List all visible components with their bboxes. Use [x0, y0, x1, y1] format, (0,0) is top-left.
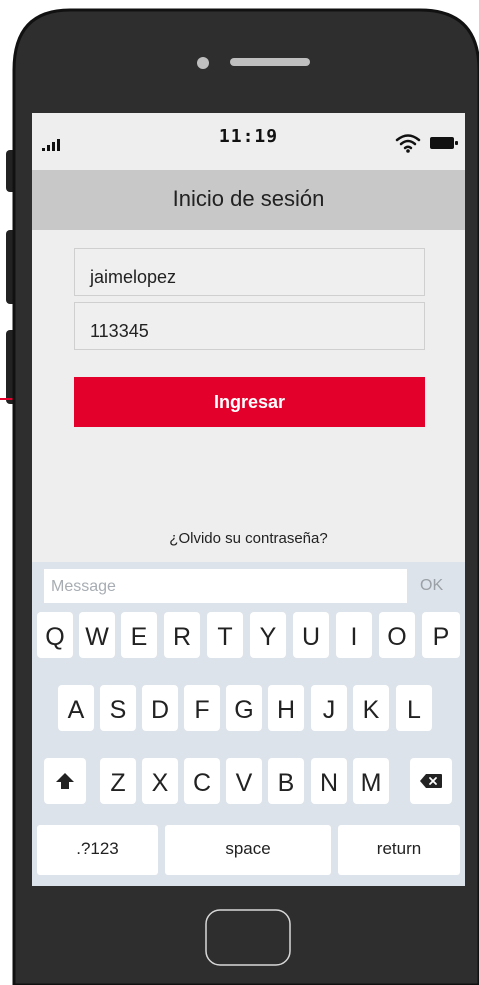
key-label: M	[360, 769, 382, 797]
key-s[interactable]: S	[100, 685, 136, 731]
username-field[interactable]: jaimelopez	[74, 248, 425, 296]
key-label: N	[319, 769, 339, 797]
key-label: L	[407, 696, 421, 724]
login-button[interactable]: Ingresar	[74, 377, 425, 427]
screen-header: Inicio de sesión	[32, 170, 465, 230]
key-label: I	[350, 623, 358, 651]
key-m[interactable]: M	[353, 758, 389, 804]
key-label: B	[277, 769, 295, 797]
key-w[interactable]: W	[79, 612, 115, 658]
key-label: F	[194, 696, 210, 724]
status-bar: 11:19	[32, 113, 465, 170]
key-label: S	[109, 696, 127, 724]
key-label: E	[130, 623, 148, 651]
key-label: D	[150, 696, 170, 724]
key-r[interactable]: R	[164, 612, 200, 658]
key-p[interactable]: P	[422, 612, 460, 658]
key-n[interactable]: N	[311, 758, 347, 804]
key-e[interactable]: E	[121, 612, 157, 658]
message-input[interactable]: Message	[44, 569, 407, 603]
message-placeholder: Message	[51, 578, 116, 595]
key-label: R	[172, 623, 192, 651]
phone-screen: 11:19 Inicio de sesión jaimelopez 113345…	[32, 113, 465, 886]
key-c[interactable]: C	[184, 758, 220, 804]
key-label: J	[322, 696, 336, 724]
return-key-label: return	[376, 839, 422, 858]
key-label: P	[432, 623, 450, 651]
key-label: V	[235, 769, 253, 797]
forgot-password-link[interactable]: ¿Olvido su contraseña?	[32, 530, 465, 547]
status-icons	[395, 133, 459, 158]
key-h[interactable]: H	[268, 685, 304, 731]
key-label: C	[192, 769, 212, 797]
key-a[interactable]: A	[58, 685, 94, 731]
login-button-label: Ingresar	[213, 392, 286, 412]
page-title: Inicio de sesión	[172, 186, 325, 211]
key-x[interactable]: X	[142, 758, 178, 804]
key-d[interactable]: D	[142, 685, 178, 731]
key-k[interactable]: K	[353, 685, 389, 731]
key-label: Q	[45, 623, 65, 651]
key-o[interactable]: O	[379, 612, 415, 658]
key-u[interactable]: U	[293, 612, 329, 658]
key-j[interactable]: J	[311, 685, 347, 731]
key-label: Z	[110, 769, 126, 797]
key-label: K	[362, 696, 380, 724]
key-g[interactable]: G	[226, 685, 262, 731]
key-label: X	[151, 769, 169, 797]
shift-key[interactable]	[44, 758, 86, 804]
space-key-label: space	[225, 839, 271, 858]
key-q[interactable]: Q	[37, 612, 73, 658]
backspace-key[interactable]	[410, 758, 452, 804]
key-label: A	[67, 696, 85, 724]
key-label: T	[217, 623, 233, 651]
password-value: 113345	[90, 321, 149, 341]
ok-button[interactable]: OK	[420, 577, 443, 595]
battery-icon	[429, 135, 459, 156]
numbers-key-label: .?123	[76, 839, 119, 858]
key-label: O	[387, 623, 407, 651]
key-l[interactable]: L	[396, 685, 432, 731]
key-z[interactable]: Z	[100, 758, 136, 804]
key-b[interactable]: B	[268, 758, 304, 804]
key-t[interactable]: T	[207, 612, 243, 658]
backspace-icon	[419, 773, 443, 794]
key-label: H	[276, 696, 296, 724]
password-field[interactable]: 113345	[74, 302, 425, 350]
wifi-icon	[395, 133, 421, 158]
key-f[interactable]: F	[184, 685, 220, 731]
key-label: U	[301, 623, 321, 651]
username-value: jaimelopez	[90, 267, 177, 287]
return-key[interactable]: return	[338, 825, 460, 875]
key-i[interactable]: I	[336, 612, 372, 658]
key-label: W	[85, 623, 109, 651]
numbers-key[interactable]: .?123	[37, 825, 158, 875]
shift-icon	[55, 772, 75, 795]
on-screen-keyboard: Message OK Q W E R T Y U I O P A S D F G…	[32, 562, 465, 886]
key-v[interactable]: V	[226, 758, 262, 804]
key-label: G	[234, 696, 254, 724]
key-y[interactable]: Y	[250, 612, 286, 658]
space-key[interactable]: space	[165, 825, 331, 875]
key-label: Y	[259, 623, 277, 651]
